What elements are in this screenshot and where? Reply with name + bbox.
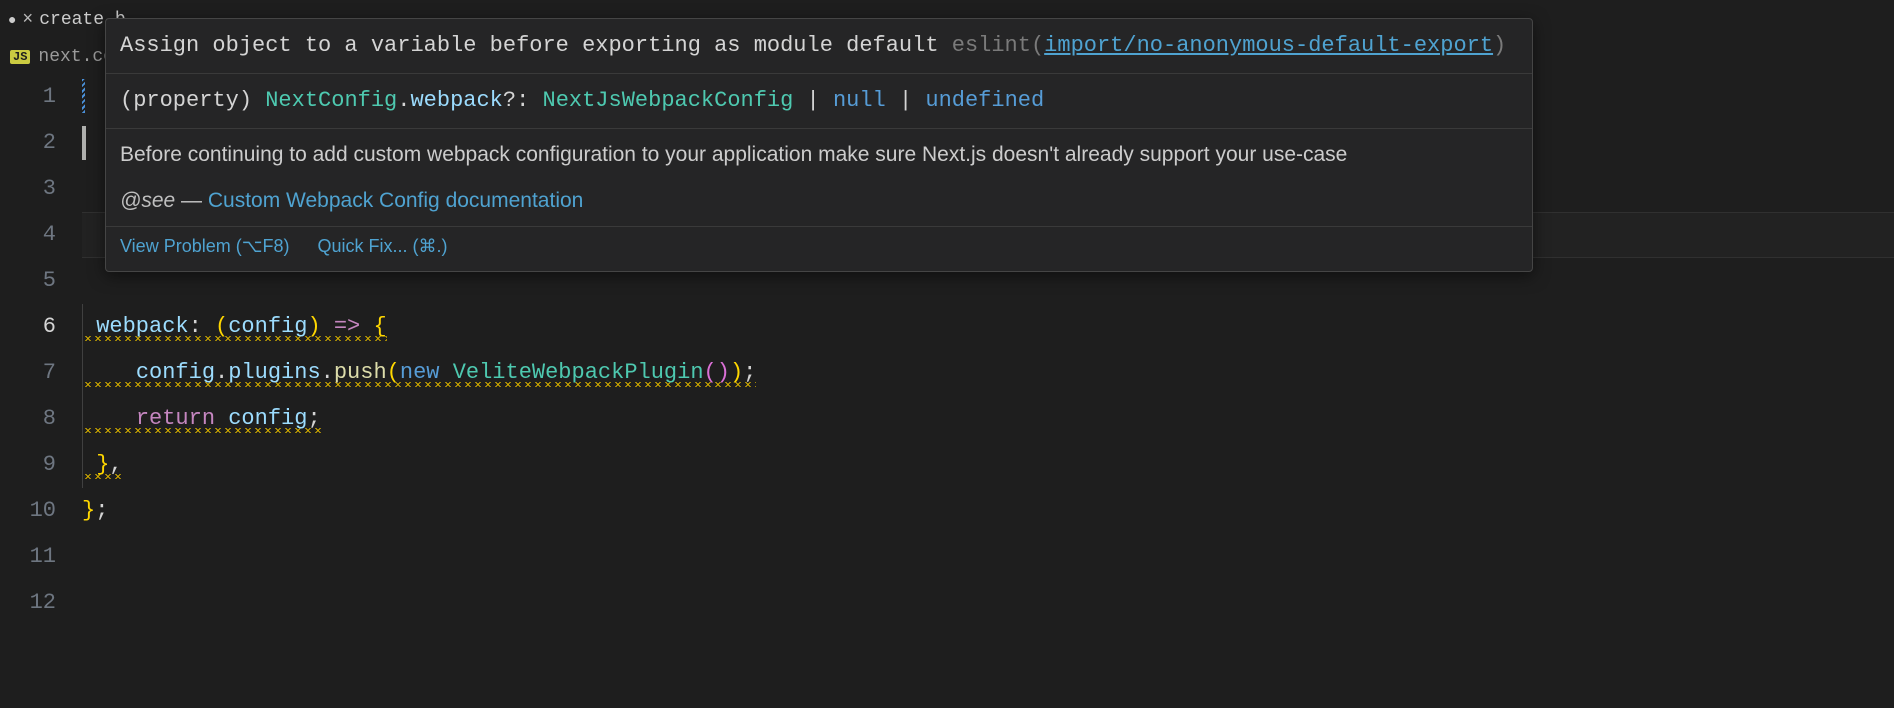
close-icon[interactable]: × <box>22 10 33 30</box>
hover-description: Before continuing to add custom webpack … <box>106 129 1532 227</box>
line-number: 8 <box>0 396 56 442</box>
hover-desc-body: Before continuing to add custom webpack … <box>120 139 1518 171</box>
line-number-current: 6 <box>0 304 56 350</box>
code-line-8[interactable]: config.plugins.push(new VeliteWebpackPlu… <box>82 350 1894 396</box>
cursor <box>82 126 86 160</box>
code-line-10[interactable]: }, <box>82 442 1894 488</box>
line-number: 10 <box>0 488 56 534</box>
diagnostic-message: Assign object to a variable before expor… <box>120 33 939 58</box>
line-number: 7 <box>0 350 56 396</box>
view-problem-action[interactable]: View Problem (⌥F8) <box>120 233 289 261</box>
code-line-11[interactable]: }; <box>82 488 1894 534</box>
diff-marker-icon <box>82 79 85 113</box>
line-gutter: 1 2 3 4 5 6 7 8 9 10 11 12 <box>0 74 82 626</box>
quick-fix-action[interactable]: Quick Fix... (⌘.) <box>317 233 447 261</box>
line-number: 9 <box>0 442 56 488</box>
hover-diagnostic: Assign object to a variable before expor… <box>106 19 1532 74</box>
line-number: 4 <box>0 212 56 258</box>
diagnostic-source: eslint <box>952 33 1031 58</box>
eslint-rule-link[interactable]: import/no-anonymous-default-export <box>1044 33 1493 58</box>
line-number: 3 <box>0 166 56 212</box>
line-number: 11 <box>0 534 56 580</box>
hover-actions: View Problem (⌥F8) Quick Fix... (⌘.) <box>106 227 1532 271</box>
breadcrumb-file: next.co <box>38 47 114 67</box>
line-number: 12 <box>0 580 56 626</box>
line-number: 5 <box>0 258 56 304</box>
modified-dot-icon <box>8 10 16 30</box>
hover-signature: (property) NextConfig.webpack?: NextJsWe… <box>106 74 1532 129</box>
line-number: 1 <box>0 74 56 120</box>
doc-link[interactable]: Custom Webpack Config documentation <box>208 189 583 212</box>
code-line-7[interactable]: webpack: (config) => { <box>82 304 1894 350</box>
hover-widget: Assign object to a variable before expor… <box>105 18 1533 272</box>
js-file-icon: JS <box>10 50 30 64</box>
jsdoc-see-tag: @see <box>120 189 175 212</box>
code-line-9[interactable]: return config; <box>82 396 1894 442</box>
line-number: 2 <box>0 120 56 166</box>
